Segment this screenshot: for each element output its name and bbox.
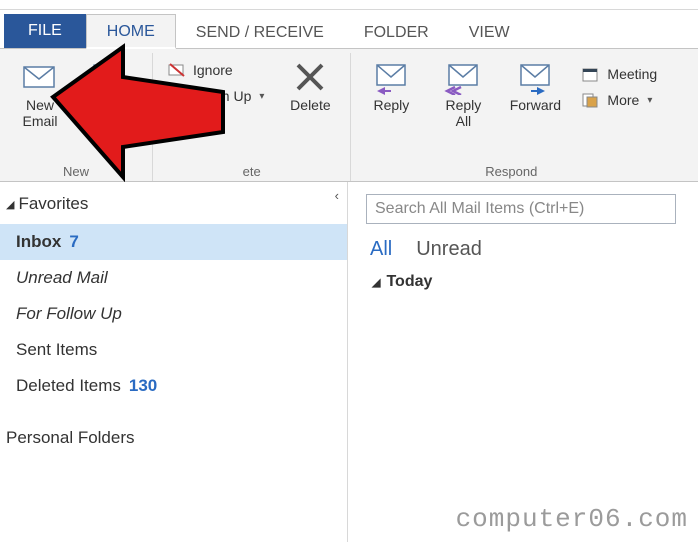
junk-icon (167, 113, 187, 131)
folder-sent-items[interactable]: Sent Items (0, 332, 347, 368)
tab-send-receive[interactable]: SEND / RECEIVE (176, 16, 344, 48)
more-label: More (607, 92, 639, 108)
ribbon: New Email New Ite New Ignore (0, 48, 698, 182)
folder-label: Unread Mail (16, 268, 108, 288)
meeting-button[interactable]: Meeting (577, 63, 661, 85)
search-input[interactable]: Search All Mail Items (Ctrl+E) (366, 194, 676, 224)
collapse-triangle-icon: ◢ (6, 198, 14, 211)
date-group-today[interactable]: ◢ Today (366, 269, 688, 295)
junk-label: nk (193, 114, 208, 130)
chevron-down-icon: ▾ (216, 117, 221, 128)
reply-all-button[interactable]: Reply All (433, 57, 493, 131)
reply-all-icon (443, 59, 483, 95)
new-items-label: New Ite (98, 97, 126, 129)
reply-all-label: Reply All (446, 97, 482, 129)
folder-label: Sent Items (16, 340, 97, 360)
folder-deleted-items[interactable]: Deleted Items 130 (0, 368, 347, 404)
group-delete: Ignore Clean Up ▾ nk ▾ (153, 53, 351, 181)
new-email-label: New Email (22, 97, 57, 129)
delete-label: Delete (290, 97, 330, 113)
favorites-label: Favorites (18, 194, 88, 214)
folder-label: Inbox (16, 232, 61, 252)
folder-label: Deleted Items (16, 376, 121, 396)
forward-label: Forward (510, 97, 561, 113)
junk-button[interactable]: nk ▾ (163, 111, 268, 133)
personal-folders-header[interactable]: Personal Folders (0, 424, 347, 452)
group-new: New Email New Ite New (0, 53, 153, 181)
delete-button[interactable]: Delete (280, 57, 340, 115)
delete-icon (290, 59, 330, 95)
ribbon-tabs: FILE HOME SEND / RECEIVE FOLDER VIEW (0, 10, 698, 48)
tab-folder[interactable]: FOLDER (344, 16, 449, 48)
cleanup-label: Clean Up (193, 88, 251, 104)
more-button[interactable]: More ▾ (577, 89, 661, 111)
collapse-pane-icon[interactable]: ‹ (335, 188, 339, 203)
content-area: ‹ ◢ Favorites Inbox 7 Unread Mail For Fo… (0, 182, 698, 542)
new-email-button[interactable]: New Email (10, 57, 70, 131)
group-delete-label: ete (243, 162, 261, 179)
reply-icon (371, 59, 411, 95)
personal-folders-label: Personal Folders (6, 428, 135, 448)
folder-pane: ‹ ◢ Favorites Inbox 7 Unread Mail For Fo… (0, 182, 348, 542)
group-respond-label: Respond (485, 162, 537, 179)
more-icon (581, 91, 601, 109)
reply-button[interactable]: Reply (361, 57, 421, 115)
folder-count: 130 (129, 376, 157, 396)
meeting-label: Meeting (607, 66, 657, 82)
forward-button[interactable]: Forward (505, 57, 565, 115)
mail-list-pane: Search All Mail Items (Ctrl+E) All Unrea… (348, 182, 698, 542)
tab-file[interactable]: FILE (4, 14, 86, 48)
filter-unread[interactable]: Unread (416, 238, 482, 261)
folder-unread-mail[interactable]: Unread Mail (0, 260, 347, 296)
new-items-icon (92, 59, 132, 95)
cleanup-icon (167, 87, 187, 105)
tab-view[interactable]: VIEW (449, 16, 530, 48)
chevron-down-icon: ▾ (647, 95, 652, 106)
collapse-triangle-icon: ◢ (372, 276, 380, 289)
group-respond: Reply Reply All Forward Meetin (351, 53, 671, 181)
new-items-button[interactable]: New Ite (82, 57, 142, 131)
filter-row: All Unread (366, 224, 688, 269)
cleanup-button[interactable]: Clean Up ▾ (163, 85, 268, 107)
ignore-icon (167, 61, 187, 79)
ignore-button[interactable]: Ignore (163, 59, 268, 81)
folder-count: 7 (69, 232, 78, 252)
date-group-label: Today (386, 273, 432, 291)
group-new-label: New (63, 162, 89, 179)
meeting-icon (581, 65, 601, 83)
chevron-down-icon: ▾ (259, 91, 264, 102)
folder-inbox[interactable]: Inbox 7 (0, 224, 347, 260)
new-email-icon (20, 59, 60, 95)
forward-icon (515, 59, 555, 95)
favorites-header[interactable]: ◢ Favorites (0, 190, 347, 224)
folder-follow-up[interactable]: For Follow Up (0, 296, 347, 332)
title-bar (0, 0, 698, 10)
tab-home[interactable]: HOME (86, 14, 176, 49)
reply-label: Reply (374, 97, 410, 113)
filter-all[interactable]: All (370, 238, 392, 261)
folder-label: For Follow Up (16, 304, 122, 324)
ignore-label: Ignore (193, 62, 233, 78)
